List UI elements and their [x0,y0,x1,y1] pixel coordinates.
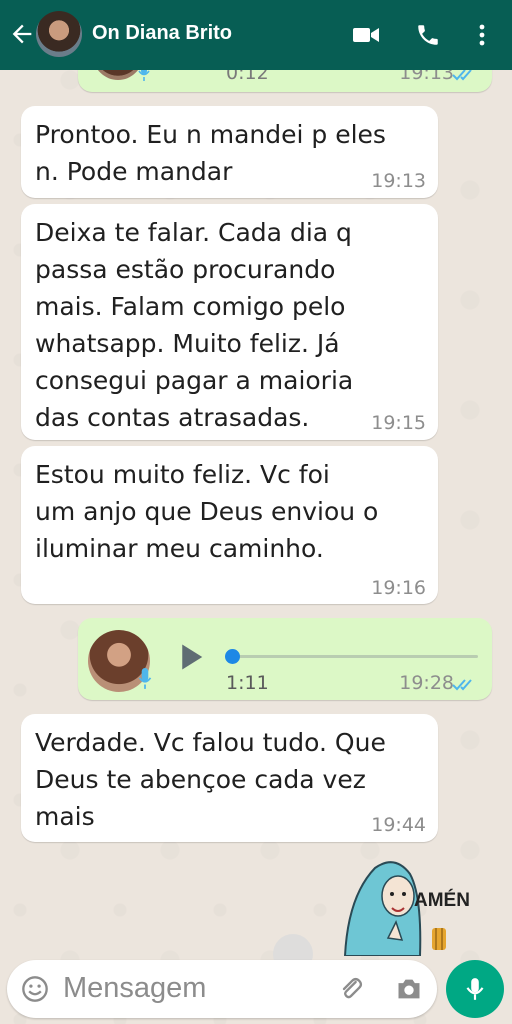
incoming-message-bubble[interactable]: Prontoo. Eu n mandei p eles n. Pode mand… [21,106,438,198]
voice-record-button[interactable] [446,960,504,1018]
read-ticks-icon [452,679,472,691]
sticker[interactable]: AMÉN [330,856,490,956]
voice-progress-knob[interactable] [225,649,240,664]
incoming-message-bubble[interactable]: Verdade. Vc falou tudo. Que Deus te aben… [21,714,438,842]
mic-icon [466,978,484,1000]
contact-avatar[interactable] [36,11,82,57]
message-text: Verdade. Vc falou tudo. Que Deus te aben… [35,728,386,831]
more-vert-icon[interactable] [470,22,494,48]
sticker-text: AMÉN [414,890,470,911]
message-composer: Mensagem [7,960,437,1018]
chat-header: On Diana Brito [0,0,512,70]
message-time: 19:28 [399,672,454,694]
attach-icon[interactable] [337,975,365,1003]
message-input[interactable]: Mensagem [63,972,206,1005]
voice-message-bubble[interactable]: 1:11 19:28 [78,618,492,700]
incoming-message-bubble[interactable]: Estou muito feliz. Vc foi um anjo que De… [21,446,438,604]
incoming-message-bubble[interactable]: Deixa te falar. Cada dia q passa estão p… [21,204,438,440]
back-arrow-icon[interactable] [8,20,36,48]
message-text: Prontoo. Eu n mandei p eles n. Pode mand… [35,120,386,186]
video-call-icon[interactable] [352,22,380,48]
voice-progress-track[interactable] [228,655,478,658]
voice-duration: 1:11 [226,672,269,694]
message-time: 19:15 [371,412,426,434]
mic-small-icon [138,668,152,689]
message-time: 19:16 [371,577,426,599]
message-time: 19:13 [371,170,426,192]
camera-icon[interactable] [395,975,423,1003]
message-text: Deixa te falar. Cada dia q passa estão p… [35,218,354,432]
phone-icon[interactable] [414,22,442,48]
message-time: 19:44 [371,814,426,836]
play-icon[interactable] [176,642,206,672]
message-text: Estou muito feliz. Vc foi um anjo que De… [35,460,379,563]
contact-name[interactable]: On Diana Brito [92,22,232,45]
emoji-icon[interactable] [21,975,49,1003]
